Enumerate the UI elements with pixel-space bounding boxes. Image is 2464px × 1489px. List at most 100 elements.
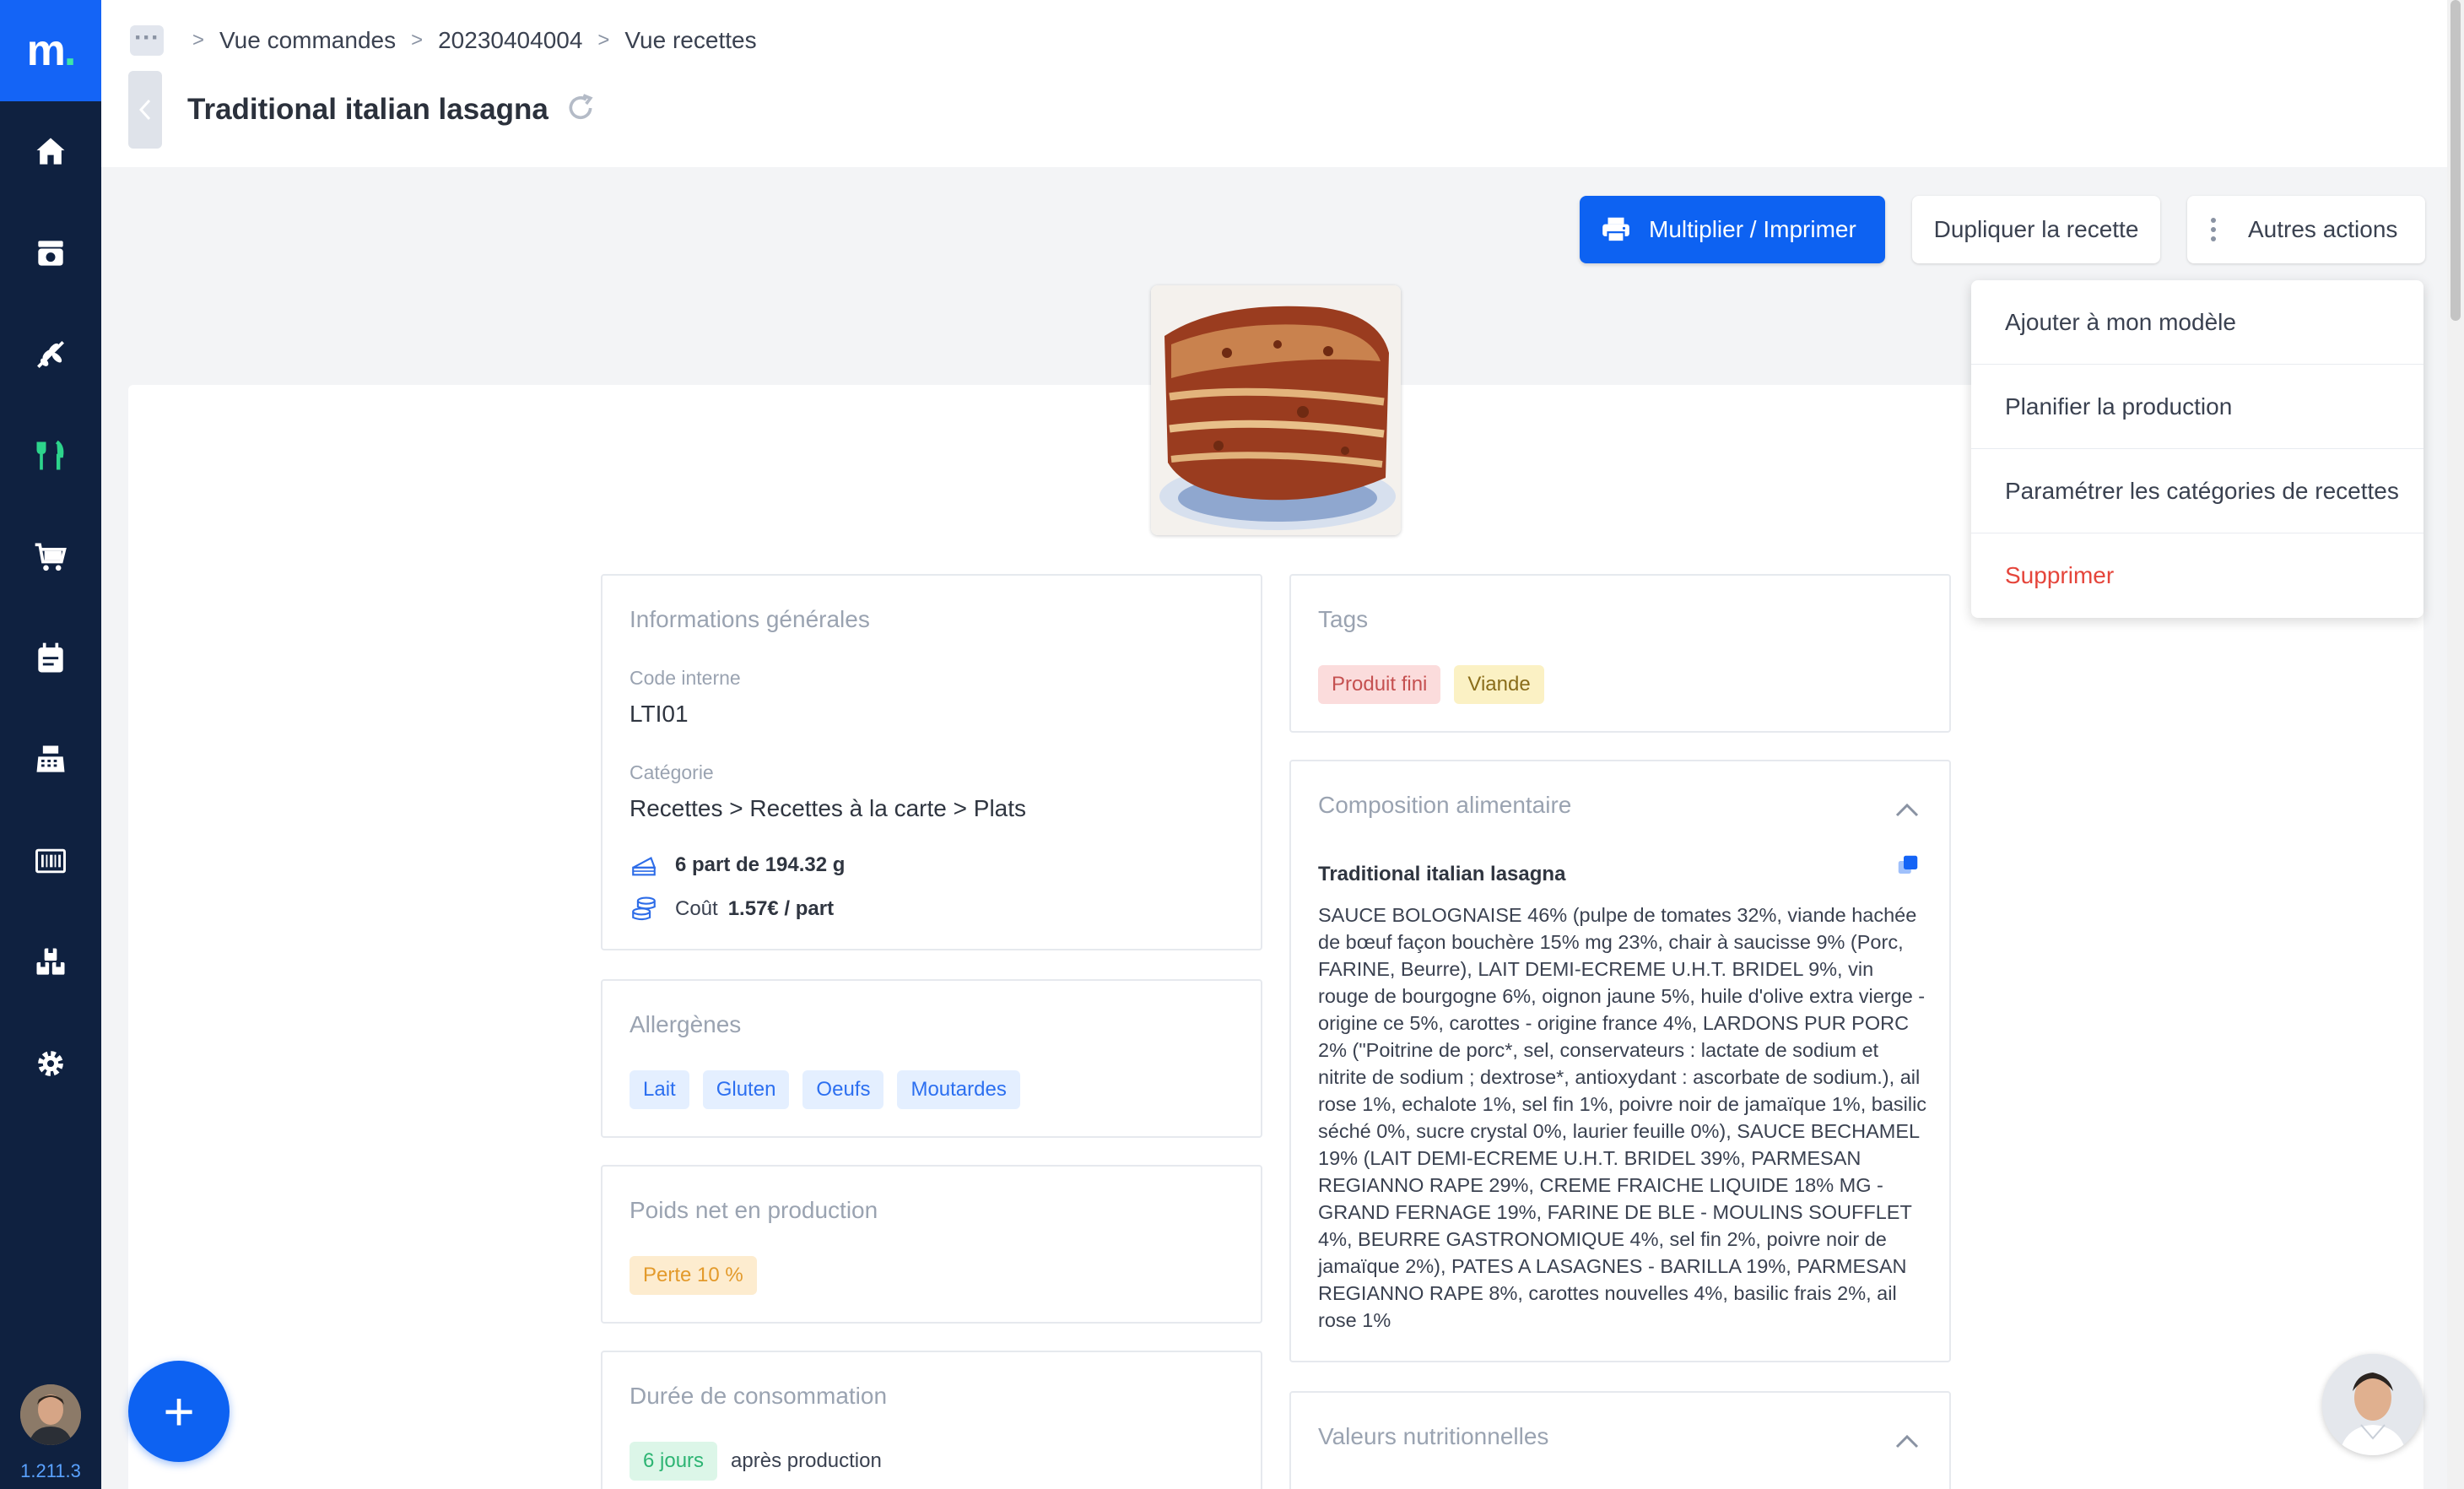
page-scrollbar[interactable] [2447,0,2464,1489]
add-fab-button[interactable]: + [128,1361,230,1462]
ingredients-icon [37,341,64,368]
breadcrumb-item-orders[interactable]: Vue commandes [219,27,396,54]
support-avatar-photo [2322,1354,2423,1455]
barcode-icon [35,848,66,874]
cost-value: 1.57€ / part [727,897,835,920]
other-actions-button[interactable]: Autres actions [2187,196,2425,263]
allergen-chip: Gluten [702,1070,790,1109]
user-avatar[interactable] [20,1384,81,1445]
sidebar: m. 1.211.3 [0,0,101,1489]
shelf-life-panel: Durée de consommation 6 jours après prod… [601,1351,1262,1489]
shelf-life-days-badge: 6 jours [630,1442,718,1481]
chevron-up-icon[interactable] [1892,800,1922,820]
shelf-life-row: 6 jours après production [630,1442,882,1481]
lasagna-image [1151,285,1401,535]
chevron-up-icon[interactable] [1892,1432,1922,1452]
sidebar-item-cash-register[interactable] [25,734,76,785]
shelf-life-title: Durée de consommation [630,1383,888,1409]
sidebar-item-planning[interactable] [25,633,76,684]
app-logo[interactable]: m. [0,0,101,101]
orders-icon [38,241,63,266]
nutrition-title: Valeurs nutritionnelles [1318,1423,1549,1449]
app-version: 1.211.3 [20,1460,81,1481]
sidebar-item-home[interactable] [25,127,76,177]
refresh-icon[interactable] [564,91,597,125]
kebab-menu-icon [2211,218,2218,241]
back-button[interactable] [128,71,162,149]
breadcrumb-item-recipes[interactable]: Vue recettes [624,27,756,54]
menu-item-recipe-categories[interactable]: Paramétrer les catégories de recettes [1971,449,2423,533]
support-chat-button[interactable] [2322,1354,2423,1455]
breadcrumb-item-order-id[interactable]: 20230404004 [438,27,582,54]
allergens-panel: Allergènes Lait Gluten Oeufs Moutardes [601,979,1262,1138]
cart-icon [35,543,67,571]
scrollbar-thumb[interactable] [2450,0,2461,321]
recipes-icon [36,440,64,470]
recipe-photo[interactable] [1151,285,1401,535]
internal-code-label: Code interne [630,667,741,689]
sidebar-item-cart[interactable] [25,532,76,582]
nutrition-panel: Valeurs nutritionnelles [1289,1391,1951,1489]
net-weight-chips: Perte 10 % [630,1256,757,1295]
sidebar-item-stock[interactable] [25,937,76,988]
sidebar-item-orders[interactable] [25,228,76,279]
composition-recipe-name: Traditional italian lasagna [1318,863,1566,885]
duplicate-recipe-button[interactable]: Dupliquer la recette [1912,196,2160,263]
duplicate-recipe-label: Dupliquer la recette [1933,216,2139,242]
composition-title: Composition alimentaire [1318,792,1572,818]
cake-slice-icon [632,856,657,876]
breadcrumb-separator: > [192,29,205,51]
net-weight-panel: Poids net en production Perte 10 % [601,1165,1262,1324]
avatar-photo [20,1384,81,1445]
shelf-life-suffix: après production [731,1449,882,1472]
tag-chip[interactable]: Produit fini [1318,665,1441,704]
other-actions-menu: Ajouter à mon modèle Planifier la produc… [1971,280,2423,618]
tag-chips: Produit fini Viande [1318,665,1544,704]
composition-text: SAUCE BOLOGNAISE 46% (pulpe de tomates 3… [1318,904,1927,1331]
app-root: m. 1.211.3 ··· > Vue commandes > 2023040… [0,0,2464,1489]
coins-icon [632,896,656,921]
cost-label: Coût [675,897,718,920]
tags-panel: Tags Produit fini Viande [1289,574,1951,733]
breadcrumb-more-button[interactable]: ··· [130,25,164,56]
home-icon [36,138,65,165]
breadcrumb: > Vue commandes > 20230404004 > Vue rece… [177,27,757,54]
stock-icon [36,948,65,975]
multiply-print-button[interactable]: Multiplier / Imprimer [1580,196,1885,263]
tags-title: Tags [1318,606,1369,632]
page-title: Traditional italian lasagna [187,93,548,126]
chevron-left-icon [138,99,151,121]
sidebar-item-ingredients[interactable] [25,329,76,380]
allergen-chip: Moutardes [897,1070,1020,1109]
page-header: ··· > Vue commandes > 20230404004 > Vue … [101,0,2447,167]
allergen-chips: Lait Gluten Oeufs Moutardes [630,1070,1020,1109]
logo-dot: . [63,26,77,75]
settings-icon [38,1051,63,1076]
sidebar-item-settings[interactable] [25,1038,76,1089]
menu-item-delete[interactable]: Supprimer [1971,533,2423,618]
menu-item-add-to-template[interactable]: Ajouter à mon modèle [1971,280,2423,365]
composition-panel: Composition alimentaire Traditional ital… [1289,760,1951,1362]
sidebar-item-recipes[interactable] [25,430,76,481]
portions-row: 6 part de 194.32 g [630,851,845,880]
allergen-chip: Lait [630,1070,689,1109]
breadcrumb-separator: > [597,29,610,51]
cash-register-icon [36,745,65,772]
portions-value: 6 part de 194.32 g [675,853,846,876]
tag-chip[interactable]: Viande [1454,665,1544,704]
copy-icon[interactable] [1895,853,1921,878]
loss-badge: Perte 10 % [630,1256,757,1295]
menu-item-plan-production[interactable]: Planifier la production [1971,365,2423,449]
internal-code-value: LTI01 [630,701,689,727]
general-info-title: Informations générales [630,606,870,632]
other-actions-label: Autres actions [2248,216,2398,242]
category-label: Catégorie [630,761,714,783]
net-weight-title: Poids net en production [630,1197,878,1223]
category-value: Recettes > Recettes à la carte > Plats [630,795,1027,821]
sidebar-item-barcode[interactable] [25,836,76,886]
multiply-print-label: Multiplier / Imprimer [1649,216,1856,242]
logo-text: m [26,26,66,75]
plus-icon: + [163,1381,195,1442]
breadcrumb-separator: > [411,29,424,51]
planning-icon [38,642,63,673]
